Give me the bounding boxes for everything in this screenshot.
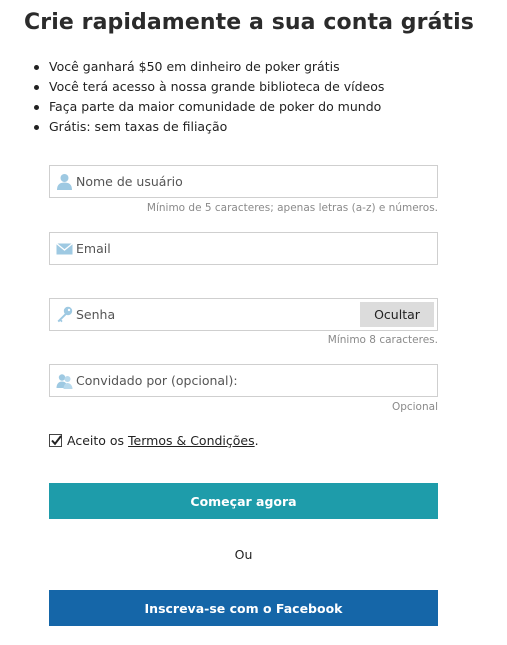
username-input[interactable] bbox=[76, 166, 346, 197]
page-title: Crie rapidamente a sua conta grátis bbox=[24, 10, 474, 35]
benefit-item: Grátis: sem taxas de filiação bbox=[32, 117, 384, 137]
referrer-hint: Opcional bbox=[391, 401, 438, 413]
envelope-icon bbox=[56, 240, 73, 257]
terms-link[interactable]: Termos & Condições bbox=[128, 433, 255, 448]
email-input[interactable] bbox=[76, 233, 346, 264]
benefits-list: Você ganhará $50 em dinheiro de poker gr… bbox=[32, 57, 384, 137]
email-field bbox=[49, 232, 438, 265]
benefit-item: Você ganhará $50 em dinheiro de poker gr… bbox=[32, 57, 384, 77]
start-button[interactable]: Começar agora bbox=[49, 483, 438, 519]
referrer-field bbox=[49, 364, 438, 397]
terms-checkbox[interactable] bbox=[49, 434, 62, 447]
users-icon bbox=[56, 372, 73, 389]
terms-suffix: . bbox=[254, 433, 259, 448]
username-field bbox=[49, 165, 438, 198]
hide-password-button[interactable]: Ocultar bbox=[360, 302, 434, 327]
or-divider: Ou bbox=[234, 547, 253, 562]
benefit-item: Você terá acesso à nossa grande bibliote… bbox=[32, 77, 384, 97]
referrer-input[interactable] bbox=[76, 365, 346, 396]
username-hint: Mínimo de 5 caracteres; apenas letras (a… bbox=[146, 202, 438, 214]
checkmark-icon bbox=[51, 435, 62, 446]
user-icon bbox=[56, 173, 73, 190]
password-hint: Mínimo 8 caracteres. bbox=[327, 334, 438, 346]
terms-row: Aceito os Termos & Condições. bbox=[49, 433, 259, 448]
key-icon bbox=[56, 306, 73, 323]
password-field: Ocultar bbox=[49, 298, 438, 331]
benefit-item: Faça parte da maior comunidade de poker … bbox=[32, 97, 384, 117]
terms-prefix: Aceito os bbox=[67, 433, 125, 448]
facebook-signup-button[interactable]: Inscreva-se com o Facebook bbox=[49, 590, 438, 626]
password-input[interactable] bbox=[76, 299, 346, 330]
